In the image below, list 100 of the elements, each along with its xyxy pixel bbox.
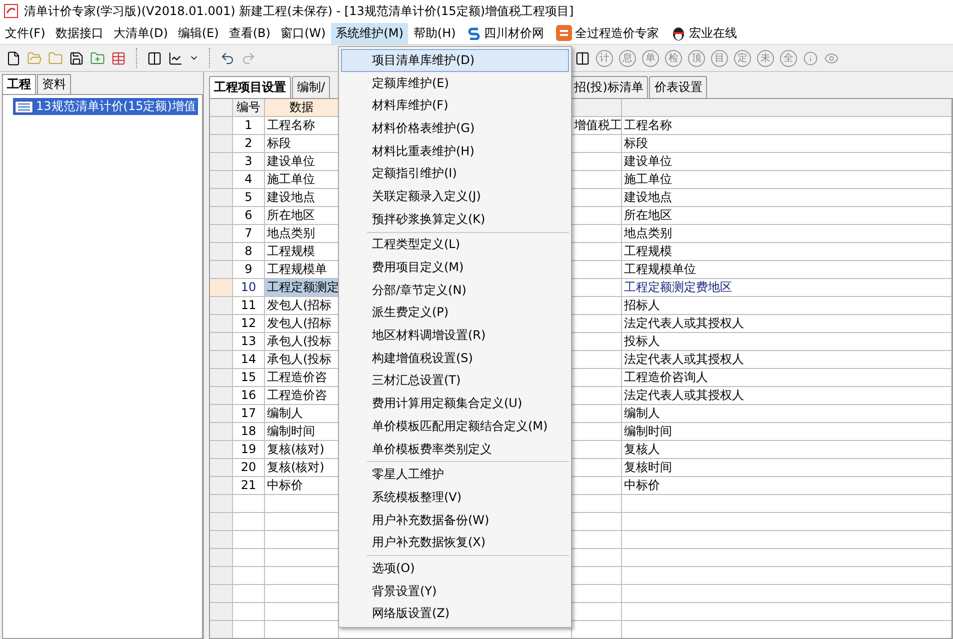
row-header[interactable] (210, 189, 233, 207)
menu-option[interactable]: 费用项目定义(M) (341, 256, 569, 279)
project-icon (15, 100, 33, 112)
menu-option[interactable]: 预拌砂浆换算定义(K) (341, 208, 569, 230)
menu-option[interactable]: 工程类型定义(L) (341, 234, 569, 256)
table-cell: 法定代表人或其授权人 (622, 351, 952, 369)
menu-option[interactable]: 构建增值税设置(S) (341, 346, 569, 370)
link-label[interactable]: 全过程造价专家 (574, 24, 659, 42)
menu-item[interactable]: 大清单(D) (108, 22, 173, 44)
menu-option[interactable]: 关联定额录入定义(J) (341, 185, 569, 208)
table-cell: 编制人 (622, 405, 952, 423)
link-item[interactable]: 宏业在线 (664, 24, 743, 42)
row-header[interactable] (210, 153, 233, 171)
table-cell: 17 (233, 405, 265, 423)
table-cell: 工程定额测定费地区 (622, 279, 952, 297)
table-cell: 所在地区 (622, 207, 952, 225)
menu-item[interactable]: 编辑(E) (172, 22, 224, 44)
table-cell: 地点类别 (622, 225, 952, 243)
menu-option[interactable]: 单价模板匹配用定额结合定义(M) (341, 415, 569, 438)
folder-plus-icon[interactable] (90, 50, 105, 66)
row-header[interactable] (210, 333, 233, 351)
row-header[interactable] (210, 369, 233, 387)
link-item[interactable]: 四川材价网 (460, 24, 550, 42)
new-file-icon[interactable] (6, 50, 21, 66)
row-header[interactable] (210, 477, 233, 495)
row-header[interactable] (210, 387, 233, 405)
layout-icon[interactable] (575, 50, 590, 66)
menu-option[interactable]: 用户补充数据备份(W) (341, 508, 569, 532)
row-header[interactable] (210, 423, 233, 441)
chart-icon[interactable] (168, 50, 183, 66)
row-header[interactable] (210, 207, 233, 225)
table-cell: 建设单位 (622, 153, 952, 171)
menu-option[interactable]: 选项(O) (341, 557, 569, 580)
table-cell (233, 585, 265, 603)
panel-tab[interactable]: 工程 (2, 74, 36, 94)
row-header[interactable] (210, 315, 233, 333)
menu-option[interactable]: 项目清单库维护(D) (341, 49, 569, 72)
link-label[interactable]: 四川材价网 (484, 24, 544, 42)
menu-item[interactable]: 查看(B) (224, 22, 276, 44)
menu-option[interactable]: 零星人工维护 (341, 463, 569, 486)
menu-option[interactable]: 费用计算用定额集合定义(U) (341, 392, 569, 415)
tab[interactable]: 招(投)标清单 (569, 76, 648, 98)
row-header[interactable] (210, 225, 233, 243)
row-header[interactable] (210, 279, 233, 297)
tree-item[interactable]: 13规范清单计价(15定额)增值 (13, 98, 198, 115)
panel-tab[interactable]: 资料 (37, 74, 71, 94)
open-folder-icon[interactable] (27, 50, 42, 66)
menu-option[interactable]: 网络版设置(Z) (341, 602, 569, 626)
menu-option[interactable]: 材料比重表维护(H) (341, 140, 569, 162)
menu-item[interactable]: 文件(F) (0, 22, 50, 44)
info-icon[interactable] (803, 50, 818, 66)
menu-option[interactable]: 三材汇总设置(T) (341, 370, 569, 392)
menu-option[interactable]: 派生费定义(P) (341, 302, 569, 324)
menu-option[interactable]: 材料价格表维护(G) (341, 117, 569, 140)
table-cell: 19 (233, 441, 265, 459)
row-header[interactable] (210, 261, 233, 279)
menu-item[interactable]: 数据接口 (50, 22, 108, 44)
menu-option[interactable]: 用户补充数据恢复(X) (341, 531, 569, 554)
table-cell: 8 (233, 243, 265, 261)
table-cell: 9 (233, 261, 265, 279)
row-header[interactable] (210, 405, 233, 423)
row-header[interactable] (210, 243, 233, 261)
menu-option[interactable]: 系统模板整理(V) (341, 486, 569, 509)
menu-option[interactable]: 定额指引维护(I) (341, 162, 569, 186)
menu-option[interactable]: 地区材料调增设置(R) (341, 324, 569, 347)
folder-icon[interactable] (48, 50, 63, 66)
menu-option[interactable]: 背景设置(Y) (341, 580, 569, 602)
table-cell: 18 (233, 423, 265, 441)
row-header[interactable] (210, 135, 233, 153)
table-cell: 标段 (622, 135, 952, 153)
menu-option[interactable]: 材料库维护(F) (341, 94, 569, 118)
row-header[interactable] (210, 441, 233, 459)
row-header[interactable] (210, 351, 233, 369)
table-cell: 21 (233, 477, 265, 495)
undo-icon[interactable] (220, 50, 235, 66)
tab[interactable]: 价表设置 (649, 76, 708, 98)
row-header[interactable] (210, 297, 233, 315)
tab[interactable]: 编制/ (292, 76, 330, 98)
compare-icon[interactable] (147, 50, 162, 66)
column-header: 编号 (233, 99, 265, 117)
table-cell: 建设地点 (622, 189, 952, 207)
row-header[interactable] (210, 171, 233, 189)
menu-option[interactable]: 单价模板费率类别定义 (341, 438, 569, 460)
menu-option[interactable]: 分部/章节定义(N) (341, 278, 569, 302)
menu-option[interactable]: 定额库维护(E) (341, 72, 569, 94)
row-header[interactable] (210, 459, 233, 477)
table-cell: 法定代表人或其授权人 (622, 387, 952, 405)
tab[interactable]: 工程项目设置 (209, 76, 291, 98)
table-cell: 4 (233, 171, 265, 189)
link-item[interactable]: 全过程造价专家 (550, 24, 665, 42)
menu-item[interactable]: 窗口(W) (275, 22, 331, 44)
table-cell: 复核时间 (622, 459, 952, 477)
menu-item[interactable]: 帮助(H) (408, 22, 461, 44)
redo-icon[interactable] (241, 50, 256, 66)
menu-item[interactable]: 系统维护(M) (330, 22, 408, 44)
save-icon[interactable] (69, 50, 84, 66)
eye-icon[interactable] (824, 50, 839, 66)
row-header[interactable] (210, 117, 233, 135)
link-label[interactable]: 宏业在线 (688, 24, 737, 42)
window-title: 清单计价专家(学习版)(V2018.01.001) 新建工程(未保存) - [13规范清单计价(15定额)增值税工程项目] (24, 2, 574, 20)
